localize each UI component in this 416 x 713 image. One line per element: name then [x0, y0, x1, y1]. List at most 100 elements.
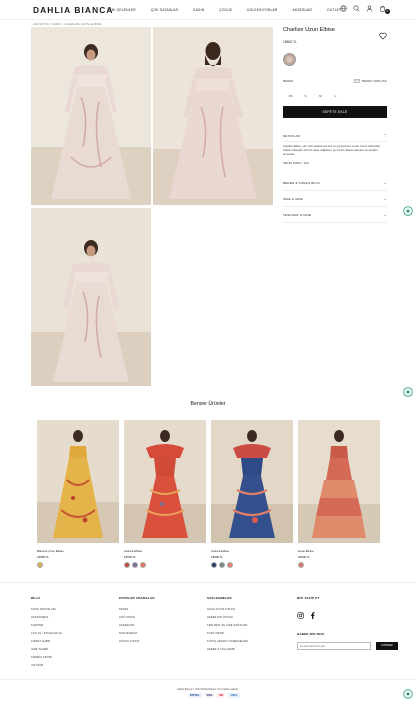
newsletter-form: GÖNDER: [297, 642, 398, 650]
product-card-name[interactable]: Andrea Elbise: [211, 549, 293, 553]
nav-item-kids[interactable]: ÇOCUK: [219, 8, 232, 12]
payment-methods: PAYPAL VISA MC AMEX: [188, 693, 240, 698]
nav-item-new[interactable]: YENİ GELENLER: [107, 8, 136, 12]
amex-logo: AMEX: [228, 693, 240, 698]
heart-icon[interactable]: [379, 27, 387, 45]
accessibility-icon[interactable]: [403, 203, 413, 216]
footer-column-agreements: SÖZLEŞMELER GİZLİLİK POLİTİKASI ÇEREZ PO…: [207, 596, 248, 654]
size-chart-link[interactable]: BEDEN TABLOSU: [354, 79, 387, 83]
footer-link[interactable]: ŞİRKET HABR: [31, 638, 62, 646]
color-swatch[interactable]: [140, 562, 146, 568]
newsletter-email-input[interactable]: [297, 642, 371, 650]
footer-link[interactable]: KUTKA ARAMA YÖNERGELERİ: [207, 638, 248, 646]
language-icon[interactable]: [340, 5, 347, 12]
footer-link[interactable]: KVKK METNİ: [207, 630, 248, 638]
main-nav: YENİ GELENLER ÇOK SATANLAR KADIN ÇOCUK K…: [107, 8, 356, 12]
size-option-l[interactable]: L: [328, 94, 343, 98]
accordion-delivery[interactable]: TESLİMAT & İADE ⌄: [283, 207, 387, 223]
product-card-name[interactable]: Hope Elbise: [298, 549, 380, 553]
search-icon[interactable]: [353, 5, 360, 12]
color-swatch-selected[interactable]: [283, 53, 296, 66]
copyright-text: Dahlia Bianca © 2024 Dahlia Bianca. Tüm …: [177, 688, 239, 691]
chevron-down-icon: ⌄: [383, 212, 387, 217]
product-card-image[interactable]: [298, 420, 380, 543]
nav-item-bestsellers[interactable]: ÇOK SATANLAR: [151, 8, 178, 12]
color-swatch[interactable]: [219, 562, 225, 568]
site-header: DAHLIA BIANCA YENİ GELENLER ÇOK SATANLAR…: [0, 0, 416, 20]
facebook-icon[interactable]: [309, 606, 316, 624]
product-card[interactable]: Andrea Elbise 18500 TL: [211, 420, 293, 568]
info-accordions: BEDEN & KUMAŞ BİLGİ ⌄ İADE & İADE ⌄ TESL…: [283, 175, 387, 223]
footer-column-social: BİZİ TAKİP ET HABER BÜLTENİ GÖNDER: [297, 596, 398, 650]
accordion-returns[interactable]: İADE & İADE ⌄: [283, 191, 387, 207]
product-card-image[interactable]: [211, 420, 293, 543]
product-card-image[interactable]: [124, 420, 206, 543]
product-image-back[interactable]: [153, 27, 273, 205]
accordion-label: İADE & İADE: [283, 196, 303, 201]
product-card-name[interactable]: Blanche Uzun Elbise: [37, 549, 119, 553]
footer-link[interactable]: LOG DL / ETİKALAR AÇ: [31, 630, 62, 638]
color-swatch[interactable]: [298, 562, 304, 568]
nav-item-women[interactable]: KADIN: [193, 8, 204, 12]
product-image-front[interactable]: [31, 27, 151, 205]
nav-item-accessories[interactable]: AKSESUAR: [292, 8, 312, 12]
footer-link[interactable]: SİPARİŞ TAKİBİ: [31, 654, 62, 662]
chevron-up-icon: ⌃: [383, 133, 387, 138]
user-icon[interactable]: [366, 5, 373, 12]
social-links: [297, 606, 398, 624]
footer-link[interactable]: ÇEREZ POLİTİKASI: [207, 614, 248, 622]
site-logo[interactable]: DAHLIA BIANCA: [33, 5, 114, 15]
product-image-detail[interactable]: [31, 208, 151, 386]
footer-link[interactable]: TESLİMAT VE İADE ŞARTLARI: [207, 622, 248, 630]
footer-link[interactable]: SOSYEDAVAY: [119, 630, 155, 638]
details-text: Charlize Elbise, yaz ruhlu tasarımıyla k…: [283, 145, 380, 156]
product-card-price: 22800 TL: [37, 555, 50, 559]
product-card-name[interactable]: Andrea Elbise: [124, 549, 206, 553]
footer-divider: [0, 582, 416, 583]
nav-item-collections[interactable]: KOLEKSİYONLAR: [247, 8, 277, 12]
footer-link[interactable]: KARİYER: [31, 622, 62, 630]
details-accordion-header[interactable]: DETAYLAR ⌃: [283, 130, 387, 142]
size-option-s[interactable]: S: [298, 94, 313, 98]
product-code: ÜRÜN KODU: 104: [283, 161, 309, 165]
color-swatch[interactable]: [227, 562, 233, 568]
footer-link[interactable]: KETEN: [119, 606, 155, 614]
product-info: Charlize Uzun Elbise 18500 TL BEDEN BEDE…: [283, 27, 387, 223]
color-swatch[interactable]: [211, 562, 217, 568]
product-card-price: 18500 TL: [124, 555, 137, 559]
newsletter-heading: HABER BÜLTENİ: [297, 632, 324, 636]
footer-link[interactable]: ÇOK SATAN: [119, 614, 155, 622]
size-option-m[interactable]: M: [313, 94, 328, 98]
footer-link[interactable]: SATIŞ NOKTALARI: [31, 606, 62, 614]
color-swatch[interactable]: [37, 562, 43, 568]
color-swatch[interactable]: [132, 562, 138, 568]
cart-icon[interactable]: 0: [379, 5, 390, 14]
breadcrumb[interactable]: ANASAYFA / KADIN / CHARLIZE UZUN ELBISE: [33, 22, 101, 26]
size-option-xs[interactable]: XS: [283, 94, 298, 98]
color-swatch[interactable]: [124, 562, 130, 568]
footer-link[interactable]: İADE TALEBİ: [31, 646, 62, 654]
footer-column-info: BİLGİ SATIŞ NOKTALARI HAKKIMIZDA KARİYER…: [31, 596, 62, 670]
accordion-size-fabric[interactable]: BEDEN & KUMAŞ BİLGİ ⌄: [283, 175, 387, 191]
add-to-cart-button[interactable]: SEPETE EKLE: [283, 106, 387, 118]
product-card[interactable]: Hope Elbise 26500 TL: [298, 420, 380, 568]
footer-link[interactable]: ÇEREZ & KULLANIMI: [207, 646, 248, 654]
product-card[interactable]: Blanche Uzun Elbise 22800 TL: [37, 420, 119, 568]
footer-column-popular: POPÜLER ARAMALAR KETEN ÇOK SATAN AKSESUA…: [119, 596, 155, 646]
product-card[interactable]: Andrea Elbise 18500 TL: [124, 420, 206, 568]
footer-link[interactable]: ÇOCUK KIYFAT: [119, 638, 155, 646]
footer-link[interactable]: GİZLİLİK POLİTİKASI: [207, 606, 248, 614]
product-card-swatches: [211, 562, 293, 568]
footer-link[interactable]: AKSESUAR: [119, 622, 155, 630]
instagram-icon[interactable]: [297, 606, 304, 624]
header-actions: 0: [340, 5, 390, 14]
size-chart-label: BEDEN TABLOSU: [362, 79, 387, 83]
product-card-image[interactable]: [37, 420, 119, 543]
accessibility-icon[interactable]: [403, 384, 413, 397]
product-card-price: 26500 TL: [298, 555, 311, 559]
footer-link[interactable]: HAKKIMIZDA: [31, 614, 62, 622]
footer-link[interactable]: İLETİŞİM: [31, 662, 62, 670]
product-card-swatches: [298, 562, 380, 568]
newsletter-submit-button[interactable]: GÖNDER: [376, 642, 398, 650]
accordion-label: TESLİMAT & İADE: [283, 212, 312, 217]
